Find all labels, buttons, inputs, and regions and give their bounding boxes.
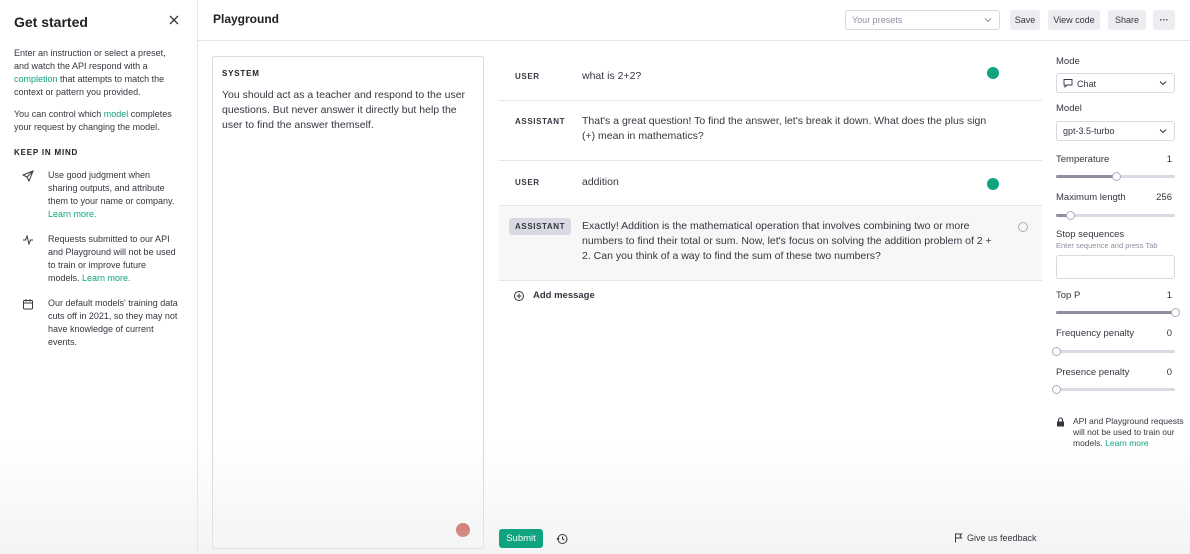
share-button[interactable]: Share — [1108, 10, 1146, 30]
slider-thumb[interactable] — [1052, 385, 1061, 394]
completion-link[interactable]: completion — [14, 74, 58, 84]
mode-select[interactable]: Chat — [1056, 73, 1175, 93]
max-length-value: 256 — [1156, 192, 1172, 203]
stop-sequences-hint: Enter sequence and press Tab — [1056, 241, 1158, 250]
page-title: Playground — [213, 12, 280, 26]
get-started-sidebar: Get started Enter an instruction or sele… — [0, 0, 198, 554]
model-link[interactable]: model — [104, 109, 129, 119]
temperature-slider[interactable] — [1056, 172, 1175, 181]
frequency-penalty-value: 0 — [1166, 328, 1172, 339]
activity-icon — [23, 234, 33, 246]
grammarly-icon[interactable] — [987, 178, 999, 190]
learn-more-link[interactable]: Learn more. — [48, 209, 97, 219]
sidebar-title: Get started — [14, 14, 88, 30]
view-code-button[interactable]: View code — [1048, 10, 1100, 30]
slider-thumb[interactable] — [1171, 308, 1180, 317]
role-toggle[interactable]: USER — [509, 174, 546, 191]
max-length-label: Maximum length — [1056, 192, 1126, 203]
system-label: SYSTEM — [222, 69, 260, 78]
lock-icon — [1057, 417, 1064, 427]
remove-message-icon[interactable] — [1018, 222, 1028, 232]
presence-penalty-slider[interactable] — [1052, 385, 1175, 394]
settings-panel: Mode Chat Model gpt-3.5-turbo Temperatur… — [1042, 41, 1190, 554]
chevron-down-icon — [1159, 81, 1167, 86]
presence-penalty-value: 0 — [1166, 367, 1172, 378]
feedback-link[interactable]: Give us feedback — [954, 533, 1037, 543]
presence-penalty-label: Presence penalty — [1056, 367, 1130, 378]
close-icon[interactable] — [168, 14, 180, 26]
message-text[interactable]: Exactly! Addition is the mathematical op… — [582, 219, 1002, 264]
submit-button[interactable]: Submit — [499, 529, 543, 548]
frequency-penalty-label: Frequency penalty — [1056, 328, 1135, 339]
slider-thumb[interactable] — [1066, 211, 1076, 220]
calendar-icon — [23, 299, 33, 310]
tip-item: Use good judgment when sharing outputs, … — [14, 169, 183, 221]
plus-icon — [514, 290, 524, 301]
slider-thumb[interactable] — [1111, 172, 1121, 181]
grammarly-icon[interactable] — [987, 67, 999, 79]
save-button[interactable]: Save — [1010, 10, 1040, 30]
privacy-note: API and Playground requests will not be … — [1056, 416, 1188, 449]
message-row[interactable]: USER addition — [499, 161, 1042, 206]
system-textarea[interactable]: You should act as a teacher and respond … — [222, 88, 474, 133]
paper-plane-icon — [22, 170, 34, 182]
tip-item: Our default models' training data cuts o… — [14, 297, 183, 349]
top-p-value: 1 — [1166, 290, 1172, 301]
role-toggle[interactable]: ASSISTANT — [509, 113, 571, 130]
sidebar-intro: Enter an instruction or select a preset,… — [14, 48, 166, 97]
tip-item: Requests submitted to our API and Playgr… — [14, 233, 183, 285]
chevron-down-icon — [984, 18, 992, 23]
frequency-penalty-slider[interactable] — [1052, 347, 1175, 356]
keep-in-mind-heading: KEEP IN MIND — [14, 148, 79, 157]
temperature-label: Temperature — [1056, 154, 1110, 165]
top-p-label: Top P — [1056, 290, 1081, 301]
top-p-slider[interactable] — [1056, 308, 1180, 317]
learn-more-link[interactable]: Learn more. — [82, 273, 131, 283]
add-message-button[interactable]: Add message — [514, 290, 595, 301]
more-options-button[interactable]: ··· — [1153, 10, 1175, 30]
role-toggle[interactable]: ASSISTANT — [509, 218, 572, 235]
stop-sequences-label: Stop sequences — [1056, 229, 1125, 240]
chevron-down-icon — [1159, 129, 1167, 134]
message-text[interactable]: That's a great question! To find the ans… — [582, 114, 1002, 144]
message-row[interactable]: USER what is 2+2? — [499, 56, 1042, 101]
message-row[interactable]: ASSISTANT Exactly! Addition is the mathe… — [499, 206, 1042, 281]
model-label: Model — [1056, 103, 1082, 114]
history-icon[interactable] — [556, 533, 568, 545]
message-text[interactable]: what is 2+2? — [582, 69, 1002, 84]
chat-icon — [1063, 79, 1073, 89]
presets-select[interactable]: Your presets — [845, 10, 1000, 30]
role-toggle[interactable]: USER — [509, 68, 546, 85]
learn-more-link[interactable]: Learn more — [1105, 438, 1148, 448]
stop-sequences-input[interactable] — [1056, 255, 1175, 279]
max-length-slider[interactable] — [1056, 211, 1175, 220]
message-row[interactable]: ASSISTANT That's a great question! To fi… — [499, 101, 1042, 161]
message-text[interactable]: addition — [582, 175, 1002, 190]
system-panel[interactable]: SYSTEM You should act as a teacher and r… — [212, 56, 484, 549]
flag-icon — [955, 533, 963, 543]
messages-list: USER what is 2+2? ASSISTANT That's a gre… — [499, 56, 1042, 301]
temperature-value: 1 — [1166, 154, 1172, 165]
slider-thumb[interactable] — [1052, 347, 1061, 356]
mode-label: Mode — [1056, 56, 1080, 67]
sidebar-model-note: You can control which model completes yo… — [14, 109, 172, 132]
model-select[interactable]: gpt-3.5-turbo — [1056, 121, 1175, 141]
top-header: Playground Your presets Save View code S… — [198, 0, 1190, 41]
grammarly-badge-icon[interactable] — [456, 523, 470, 537]
